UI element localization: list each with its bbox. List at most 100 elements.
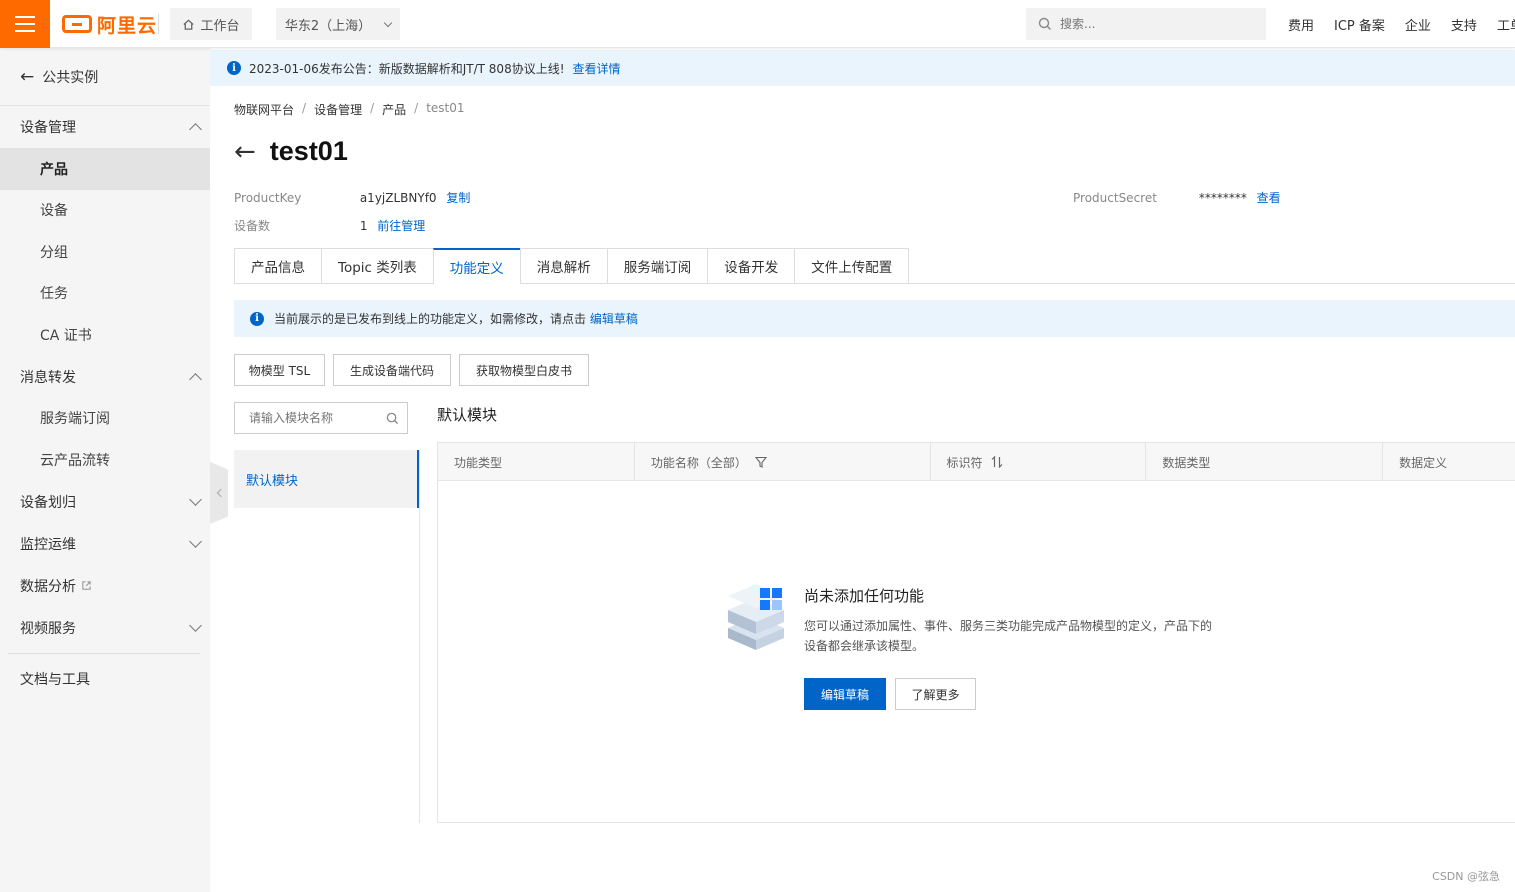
column-data-definition: 数据定义: [1399, 455, 1448, 470]
breadcrumb-iot-platform[interactable]: 物联网平台: [234, 101, 294, 118]
top-link-enterprise[interactable]: 企业: [1405, 15, 1431, 34]
divider: [158, 14, 159, 34]
edit-draft-button[interactable]: 编辑草稿: [804, 678, 886, 710]
notice-text: 当前展示的是已发布到线上的功能定义，如需修改，请点击: [274, 312, 587, 326]
logo-text: 阿里云: [97, 14, 158, 37]
search-icon[interactable]: [386, 412, 399, 425]
page-header: ← test01: [234, 136, 348, 167]
chevron-down-icon: [383, 18, 393, 27]
empty-state-title: 尚未添加任何功能: [804, 587, 925, 605]
sidebar-item-cloud-forwarding[interactable]: 云产品流转: [0, 439, 210, 481]
column-function-type: 功能类型: [438, 443, 635, 481]
arrow-left-icon: ←: [20, 66, 35, 87]
tab-message-parsing[interactable]: 消息解析: [519, 248, 607, 284]
filter-icon[interactable]: [754, 456, 767, 468]
chevron-up-icon: [189, 372, 202, 386]
module-heading: 默认模块: [437, 406, 498, 424]
sidebar-item-device[interactable]: 设备: [0, 190, 210, 232]
table-header: 功能类型 功能名称（全部） 标识符 数据类型 数据定义: [438, 443, 1515, 481]
product-key-value: a1yjZLBNYf0: [359, 191, 437, 205]
global-search[interactable]: [1026, 8, 1266, 40]
announcement-bar: i 2023-01-06发布公告：新版数据解析和JT/T 808协议上线! 查看…: [210, 50, 1515, 86]
sidebar-group-video-service[interactable]: 视频服务: [0, 607, 210, 649]
chevron-down-icon: [189, 618, 202, 632]
sidebar: ← 公共实例 设备管理 产品 设备 分组 任务 CA 证书 消息转发 服务端订阅…: [0, 48, 210, 892]
top-link-ticket[interactable]: 工单: [1497, 15, 1515, 34]
top-link-fees[interactable]: 费用: [1288, 15, 1314, 34]
manage-devices-link[interactable]: 前往管理: [377, 219, 425, 233]
module-search[interactable]: [234, 402, 408, 434]
tsl-button[interactable]: 物模型 TSL: [234, 354, 325, 386]
sidebar-item-ca-cert[interactable]: CA 证书: [0, 314, 210, 356]
top-nav-links: 费用 ICP 备案 企业 支持 工单: [1288, 0, 1515, 48]
aliyun-logo-icon: [62, 15, 92, 33]
top-link-icp[interactable]: ICP 备案: [1334, 15, 1385, 34]
top-bar: 阿里云 工作台 华东2（上海） 费用 ICP 备案 企业 支持 工单: [0, 0, 1515, 48]
empty-cube-icon: [728, 584, 784, 650]
info-icon: i: [227, 61, 241, 75]
home-icon: [183, 18, 195, 30]
workbench-button[interactable]: 工作台: [170, 8, 252, 40]
search-input[interactable]: [1060, 17, 1240, 31]
breadcrumb-device-mgmt[interactable]: 设备管理: [314, 101, 362, 118]
view-product-secret-link[interactable]: 查看: [1257, 191, 1281, 205]
empty-state-description: 您可以通过添加属性、事件、服务三类功能完成产品物模型的定义，产品下的设备都会继承…: [804, 619, 1213, 653]
search-icon: [1038, 17, 1051, 30]
breadcrumb-product[interactable]: 产品: [382, 101, 406, 118]
sidebar-item-server-subscription[interactable]: 服务端订阅: [0, 398, 210, 440]
page-title: test01: [269, 136, 348, 166]
sidebar-back-button[interactable]: ← 公共实例: [0, 48, 210, 106]
column-data-type: 数据类型: [1146, 443, 1384, 481]
product-tabs: 产品信息 Topic 类列表 功能定义 消息解析 服务端订阅 设备开发 文件上传…: [234, 248, 1515, 285]
back-arrow-icon[interactable]: ←: [234, 139, 256, 165]
sidebar-group-device-assign[interactable]: 设备划归: [0, 481, 210, 523]
tab-file-upload-config[interactable]: 文件上传配置: [794, 248, 910, 284]
sidebar-group-msg-forward[interactable]: 消息转发: [0, 356, 210, 398]
aliyun-logo[interactable]: 阿里云: [62, 11, 157, 37]
region-selector[interactable]: 华东2（上海）: [276, 8, 400, 40]
chevron-left-icon: [216, 488, 225, 498]
chevron-down-icon: [189, 492, 202, 506]
tab-function-definition[interactable]: 功能定义: [432, 248, 520, 285]
tab-server-subscription[interactable]: 服务端订阅: [606, 248, 708, 284]
sidebar-group-device-mgmt[interactable]: 设备管理: [0, 106, 210, 148]
product-secret-row: ProductSecret ******** 查看: [1073, 191, 1281, 205]
module-item-default[interactable]: 默认模块: [234, 450, 419, 508]
device-count-row: 设备数 1 前往管理: [234, 219, 426, 233]
tab-topic-list[interactable]: Topic 类列表: [321, 248, 433, 284]
sidebar-item-group[interactable]: 分组: [0, 231, 210, 273]
breadcrumb: 物联网平台 / 设备管理 / 产品 / test01: [234, 101, 465, 118]
breadcrumb-current: test01: [426, 101, 465, 115]
sidebar-item-task[interactable]: 任务: [0, 273, 210, 315]
function-notice-bar: i 当前展示的是已发布到线上的功能定义，如需修改，请点击 编辑草稿: [234, 300, 1515, 337]
tab-product-info[interactable]: 产品信息: [234, 248, 321, 284]
get-whitepaper-button[interactable]: 获取物模型白皮书: [459, 354, 589, 386]
hamburger-icon: [15, 16, 35, 18]
tab-device-development[interactable]: 设备开发: [707, 248, 795, 284]
sidebar-item-product[interactable]: 产品: [0, 148, 210, 190]
sidebar-group-monitor-ops[interactable]: 监控运维: [0, 523, 210, 565]
hamburger-menu-button[interactable]: [0, 0, 50, 48]
sort-icon[interactable]: [991, 456, 1003, 468]
sidebar-group-docs-tools[interactable]: 文档与工具: [0, 658, 210, 700]
sidebar-collapse-handle[interactable]: [210, 462, 228, 524]
sidebar-divider: [8, 652, 200, 654]
announcement-details-link[interactable]: 查看详情: [573, 60, 621, 77]
edit-draft-link[interactable]: 编辑草稿: [590, 312, 638, 326]
device-count-value: 1: [359, 219, 368, 233]
chevron-down-icon: [189, 534, 202, 548]
sidebar-group-data-analysis[interactable]: 数据分析: [0, 565, 210, 607]
watermark: CSDN @弦急: [1432, 870, 1500, 883]
generate-device-code-button[interactable]: 生成设备端代码: [333, 354, 451, 386]
product-key-row: ProductKey a1yjZLBNYf0 复制: [234, 191, 471, 205]
module-list: 默认模块: [234, 450, 420, 823]
copy-product-key-link[interactable]: 复制: [446, 191, 470, 205]
module-search-input[interactable]: [249, 411, 379, 425]
announcement-text: 2023-01-06发布公告：新版数据解析和JT/T 808协议上线!: [249, 61, 565, 76]
column-identifier: 标识符: [931, 443, 1147, 481]
learn-more-button[interactable]: 了解更多: [895, 678, 976, 710]
info-icon: i: [250, 311, 264, 326]
top-link-support[interactable]: 支持: [1451, 15, 1477, 34]
external-link-icon: [82, 581, 91, 590]
product-secret-value: ********: [1198, 191, 1247, 205]
